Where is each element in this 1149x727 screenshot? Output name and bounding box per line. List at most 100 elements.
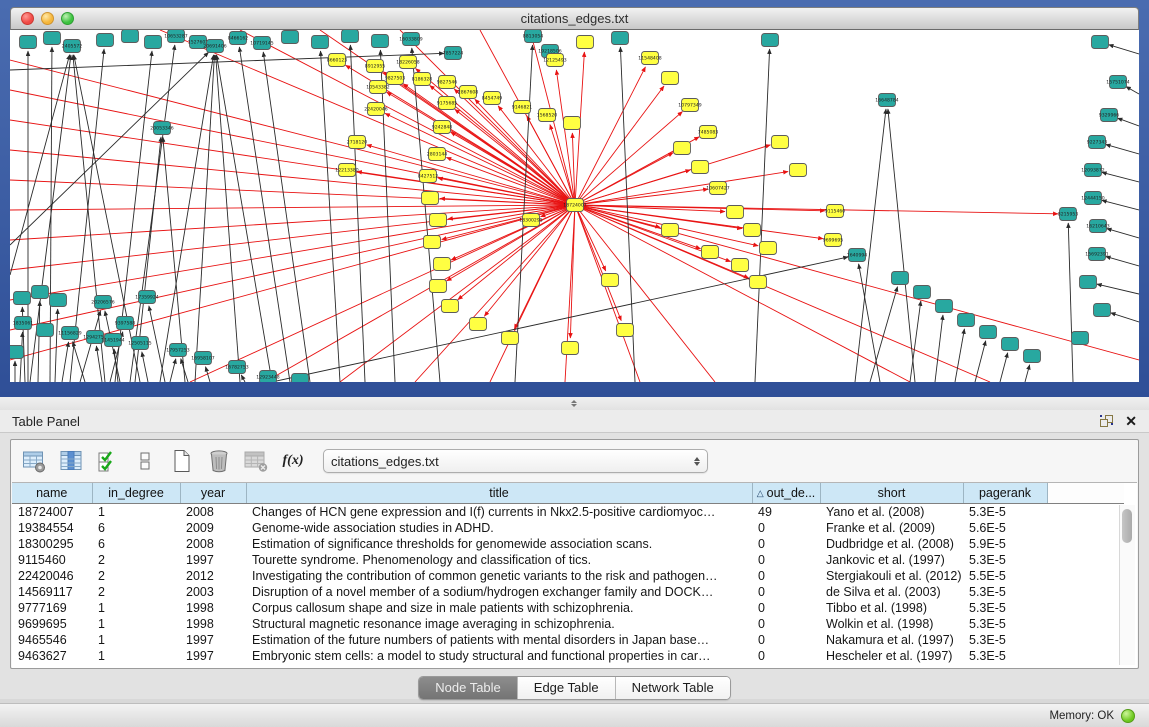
graph-node[interactable] bbox=[50, 294, 67, 307]
column-header-short[interactable]: short bbox=[820, 483, 963, 503]
table-cell[interactable]: 2008 bbox=[180, 536, 246, 552]
graph-node[interactable] bbox=[577, 36, 594, 49]
table-cell[interactable]: 2 bbox=[92, 584, 180, 600]
table-cell[interactable]: Estimation of the future numbers of pati… bbox=[246, 632, 752, 648]
table-cell[interactable]: 5.3E-5 bbox=[963, 600, 1047, 616]
graph-node[interactable] bbox=[790, 164, 807, 177]
table-cell[interactable]: 1997 bbox=[180, 648, 246, 664]
function-builder-icon[interactable]: f(x) bbox=[280, 448, 306, 474]
graph-node[interactable] bbox=[10, 346, 24, 359]
scrollbar-thumb[interactable] bbox=[1122, 509, 1132, 543]
graph-node[interactable] bbox=[1072, 332, 1089, 345]
table-cell[interactable]: 2009 bbox=[180, 520, 246, 536]
graph-node[interactable] bbox=[145, 36, 162, 49]
table-row[interactable]: 946554611997Estimation of the future num… bbox=[12, 632, 1124, 648]
table-cell[interactable]: Structural magnetic resonance image aver… bbox=[246, 616, 752, 632]
table-cell[interactable]: Estimation of significance thresholds fo… bbox=[246, 536, 752, 552]
table-row[interactable]: 969969511998Structural magnetic resonanc… bbox=[12, 616, 1124, 632]
graph-node[interactable] bbox=[892, 272, 909, 285]
graph-node[interactable] bbox=[1080, 276, 1097, 289]
table-selector[interactable]: citations_edges.txt bbox=[323, 449, 708, 473]
column-header-year[interactable]: year bbox=[180, 483, 246, 503]
table-row[interactable]: 1830029562008Estimation of significance … bbox=[12, 536, 1124, 552]
graph-node[interactable] bbox=[914, 286, 931, 299]
table-cell[interactable]: 0 bbox=[752, 600, 820, 616]
table-cell[interactable]: 5.3E-5 bbox=[963, 648, 1047, 664]
splitter-handle-icon[interactable] bbox=[568, 399, 580, 408]
graph-node[interactable] bbox=[122, 30, 139, 43]
graph-node[interactable] bbox=[958, 314, 975, 327]
table-cell[interactable]: Embryonic stem cells: a model to study s… bbox=[246, 648, 752, 664]
table-cell[interactable]: 49 bbox=[752, 503, 820, 520]
column-header-name[interactable]: name bbox=[12, 483, 92, 503]
graph-node[interactable] bbox=[97, 34, 114, 47]
graph-node[interactable] bbox=[430, 280, 447, 293]
graph-node[interactable] bbox=[980, 326, 997, 339]
table-cell[interactable]: Nakamura et al. (1997) bbox=[820, 632, 963, 648]
table-row[interactable]: 2242004622012Investigating the contribut… bbox=[12, 568, 1124, 584]
zoom-window-button[interactable] bbox=[61, 12, 74, 25]
table-row[interactable]: 1938455462009Genome-wide association stu… bbox=[12, 520, 1124, 536]
graph-node[interactable] bbox=[470, 318, 487, 331]
graph-node[interactable] bbox=[1024, 350, 1041, 363]
network-graph[interactable]: 2405572106532871527602206914068466162107… bbox=[10, 30, 1139, 382]
graph-node[interactable] bbox=[32, 286, 49, 299]
table-cell[interactable]: 18724007 bbox=[12, 503, 92, 520]
table-cell[interactable]: 5.9E-5 bbox=[963, 536, 1047, 552]
table-cell[interactable]: 0 bbox=[752, 584, 820, 600]
graph-node[interactable] bbox=[674, 142, 691, 155]
table-row[interactable]: 1872400712008Changes of HCN gene express… bbox=[12, 503, 1124, 520]
table-cell[interactable]: Hescheler et al. (1997) bbox=[820, 648, 963, 664]
close-window-button[interactable] bbox=[21, 12, 34, 25]
graph-node[interactable] bbox=[662, 72, 679, 85]
tab-node-table[interactable]: Node Table bbox=[419, 677, 518, 699]
select-all-icon[interactable] bbox=[95, 448, 121, 474]
graph-node[interactable] bbox=[14, 292, 31, 305]
table-cell[interactable]: 5.3E-5 bbox=[963, 584, 1047, 600]
network-canvas[interactable]: 2405572106532871527602206914068466162107… bbox=[10, 30, 1139, 382]
column-header-pagerank[interactable]: pagerank bbox=[963, 483, 1047, 503]
graph-node[interactable] bbox=[562, 342, 579, 355]
table-cell[interactable]: Tibbo et al. (1998) bbox=[820, 600, 963, 616]
table-cell[interactable]: 18300295 bbox=[12, 536, 92, 552]
graph-node[interactable] bbox=[312, 36, 329, 49]
table-row[interactable]: 1456911722003Disruption of a novel membe… bbox=[12, 584, 1124, 600]
table-cell[interactable]: Tourette syndrome. Phenomenology and cla… bbox=[246, 552, 752, 568]
graph-node[interactable] bbox=[936, 300, 953, 313]
table-cell[interactable]: 5.3E-5 bbox=[963, 552, 1047, 568]
table-cell[interactable]: 5.3E-5 bbox=[963, 632, 1047, 648]
delete-column-icon[interactable] bbox=[206, 448, 232, 474]
graph-node[interactable] bbox=[430, 214, 447, 227]
delete-table-icon[interactable] bbox=[243, 448, 269, 474]
table-cell[interactable]: 0 bbox=[752, 520, 820, 536]
table-cell[interactable]: Genome-wide association studies in ADHD. bbox=[246, 520, 752, 536]
table-cell[interactable]: 22420046 bbox=[12, 568, 92, 584]
close-panel-icon[interactable]: ✕ bbox=[1125, 415, 1137, 427]
show-columns-icon[interactable] bbox=[58, 448, 84, 474]
table-cell[interactable]: Wolkin et al. (1998) bbox=[820, 616, 963, 632]
graph-node[interactable] bbox=[732, 259, 749, 272]
table-cell[interactable]: 1 bbox=[92, 632, 180, 648]
rows-icon[interactable] bbox=[132, 448, 158, 474]
table-cell[interactable]: 2 bbox=[92, 568, 180, 584]
column-header-out_de[interactable]: △out_de... bbox=[752, 483, 820, 503]
table-cell[interactable]: Yano et al. (2008) bbox=[820, 503, 963, 520]
graph-node[interactable] bbox=[342, 30, 359, 43]
table-cell[interactable]: 1 bbox=[92, 648, 180, 664]
graph-node[interactable] bbox=[434, 258, 451, 271]
float-panel-icon[interactable] bbox=[1100, 415, 1113, 427]
tab-network-table[interactable]: Network Table bbox=[616, 677, 730, 699]
table-cell[interactable]: 19384554 bbox=[12, 520, 92, 536]
graph-node[interactable] bbox=[1002, 338, 1019, 351]
table-cell[interactable]: Investigating the contribution of common… bbox=[246, 568, 752, 584]
graph-node[interactable] bbox=[442, 300, 459, 313]
graph-node[interactable] bbox=[20, 36, 37, 49]
graph-node[interactable] bbox=[502, 332, 519, 345]
table-cell[interactable]: 6 bbox=[92, 520, 180, 536]
graph-node[interactable] bbox=[372, 35, 389, 48]
graph-node[interactable] bbox=[772, 136, 789, 149]
table-cell[interactable]: Changes of HCN gene expression and I(f) … bbox=[246, 503, 752, 520]
graph-node[interactable] bbox=[617, 324, 634, 337]
table-cell[interactable]: 1997 bbox=[180, 632, 246, 648]
table-cell[interactable]: 0 bbox=[752, 616, 820, 632]
